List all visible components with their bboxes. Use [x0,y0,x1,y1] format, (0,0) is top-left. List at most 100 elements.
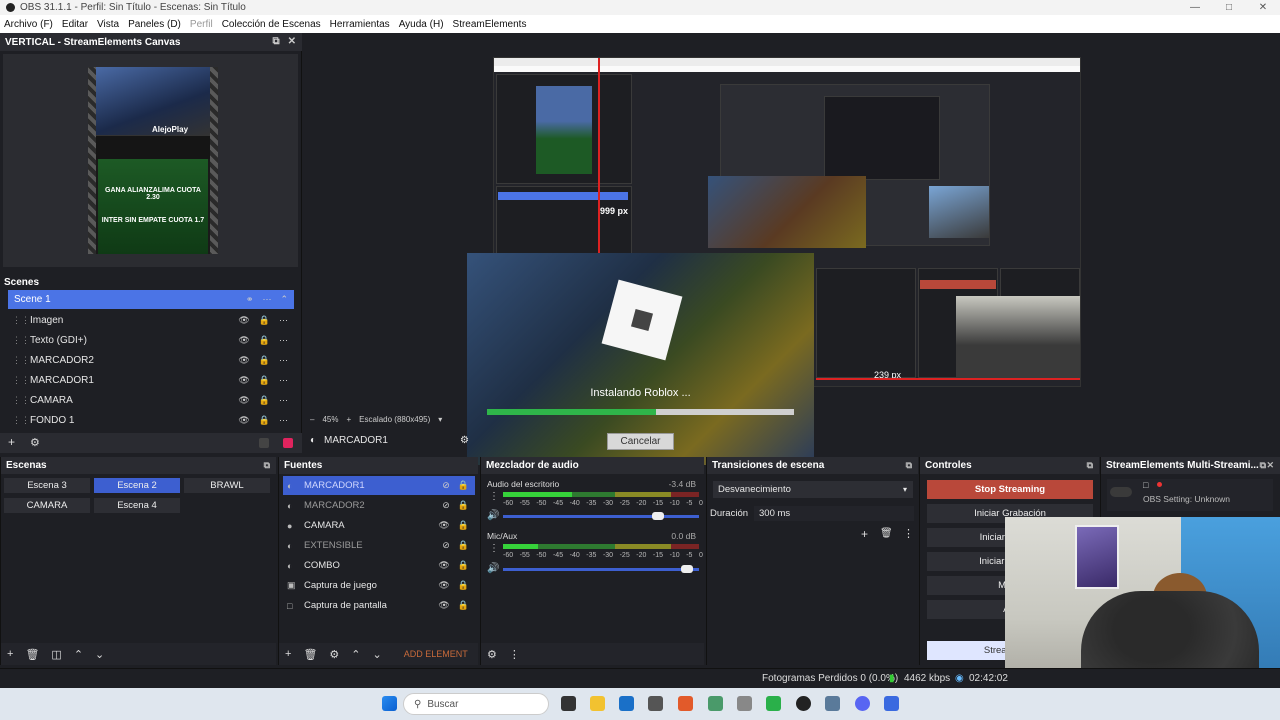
menu-ayuda[interactable]: Ayuda (H) [399,19,444,30]
zoom-in-icon[interactable]: + [346,415,351,424]
taskbar-search[interactable]: ⚲ Buscar [403,693,549,715]
file-explorer-icon[interactable] [590,696,605,711]
lock-icon[interactable]: 🔒 [458,500,469,511]
stop-streaming-button[interactable]: Stop Streaming [927,480,1093,499]
stop-icon[interactable] [259,438,269,448]
drag-handle-icon[interactable]: ⋮⋮ [12,375,30,386]
vertical-source-row[interactable]: ⋮⋮ Imagen 👁 🔒 ⋯ [8,311,294,330]
menu-coleccion[interactable]: Colección de Escenas [222,19,321,30]
more-icon[interactable]: ⋯ [279,375,288,386]
float-icon[interactable]: ⧉ [272,36,279,47]
close-icon[interactable]: ✕ [1246,0,1280,15]
more-icon[interactable]: ⋮ [489,543,499,554]
lock-icon[interactable]: 🔒 [458,580,469,591]
volume-knob[interactable] [651,512,664,520]
add-icon[interactable]: + [861,527,868,541]
vertical-source-row[interactable]: ⋮⋮ MARCADOR2 👁 🔒 ⋯ [8,351,294,370]
add-icon[interactable]: + [7,648,13,660]
menu-vista[interactable]: Vista [97,19,119,30]
eye-icon[interactable]: 👁 [438,580,449,591]
record-icon[interactable] [283,438,293,448]
link-icon[interactable]: ⚭ [246,294,254,305]
eye-off-icon[interactable]: ⊘ [442,480,450,491]
vertical-source-row[interactable]: ⋮⋮ MARCADOR1 👁 🔒 ⋯ [8,371,294,390]
chevron-up-icon[interactable]: ⌃ [74,648,83,661]
lock-icon[interactable]: 🔒 [259,335,270,346]
eye-icon[interactable]: 👁 [238,395,249,406]
windows-start-icon[interactable] [382,696,397,711]
lock-icon[interactable]: 🔒 [458,540,469,551]
more-icon[interactable]: ⋮ [509,648,520,661]
lock-icon[interactable]: 🔒 [458,520,469,531]
source-row[interactable]: ● CAMARA 👁 🔒 [283,516,475,535]
add-element-button[interactable]: ADD ELEMENT [404,649,468,659]
drag-handle-icon[interactable]: ⋮⋮ [12,335,30,346]
app-icon[interactable] [648,696,663,711]
lock-icon[interactable]: 🔒 [458,560,469,571]
source-row[interactable]: ◐ COMBO 👁 🔒 [283,556,475,575]
float-icon[interactable]: ⧉ [1087,460,1093,471]
menu-editar[interactable]: Editar [62,19,88,30]
drag-handle-icon[interactable]: ⋮⋮ [12,415,30,426]
discord-icon[interactable] [855,696,870,711]
app-icon[interactable] [766,696,781,711]
app-icon[interactable] [884,696,899,711]
duration-input[interactable]: 300 ms [754,506,914,521]
chevron-down-icon[interactable]: ▾ [438,415,442,424]
vertical-scene-1[interactable]: Scene 1 ⚭ ⋯ ⌃ [8,290,294,309]
speaker-icon[interactable]: 🔊 [487,563,499,574]
eye-icon[interactable]: 👁 [238,375,249,386]
trash-icon[interactable]: 🗑 [880,528,893,539]
menu-herramientas[interactable]: Herramientas [330,19,390,30]
calculator-icon[interactable] [737,696,752,711]
minimize-icon[interactable]: — [1178,0,1212,15]
menu-streamelements[interactable]: StreamElements [453,19,527,30]
source-row[interactable]: □ Captura de pantalla 👁 🔒 [283,596,475,615]
chevron-down-icon[interactable]: ⌄ [373,648,382,661]
chevron-up-icon[interactable]: ⌃ [280,294,288,305]
scene-button-active[interactable]: Escena 2 [94,478,180,493]
volume-slider[interactable] [503,512,699,520]
add-icon[interactable]: + [8,435,15,449]
source-row[interactable]: ▣ Captura de juego 👁 🔒 [283,576,475,595]
settings-icon[interactable] [825,696,840,711]
menu-perfil[interactable]: Perfil [190,19,213,30]
volume-knob[interactable] [681,565,694,573]
advanced-audio-icon[interactable]: ⚙ [487,648,497,661]
lock-icon[interactable]: 🔒 [259,395,270,406]
volume-slider[interactable] [503,565,699,573]
gear-icon[interactable]: ⚙ [460,435,469,446]
lock-icon[interactable]: 🔒 [259,355,270,366]
scene-button[interactable]: Escena 3 [4,478,90,493]
source-row[interactable]: ◐ MARCADOR1 ⊘ 🔒 [283,476,475,495]
roblox-cancel-button[interactable]: Cancelar [607,433,674,450]
eye-icon[interactable]: 👁 [238,335,249,346]
trash-icon[interactable]: 🗑 [303,648,317,661]
close-icon[interactable]: ✕ [288,36,296,47]
obs-icon[interactable] [796,696,811,711]
transition-select[interactable]: Desvanecimiento ▾ [713,481,913,498]
float-icon[interactable]: ⧉ [906,460,912,471]
lock-icon[interactable]: 🔒 [259,315,270,326]
lock-icon[interactable]: 🔒 [259,415,270,426]
eye-icon[interactable]: 👁 [238,355,249,366]
vertical-source-row[interactable]: ⋮⋮ CAMARA 👁 🔒 ⋯ [8,391,294,410]
chevron-down-icon[interactable]: ⌄ [95,648,104,661]
eye-icon[interactable]: 👁 [438,520,449,531]
chevron-up-icon[interactable]: ⌃ [351,648,360,661]
brave-icon[interactable] [678,696,693,711]
drag-handle-icon[interactable]: ⋮⋮ [12,395,30,406]
speaker-icon[interactable]: 🔊 [487,510,499,521]
more-icon[interactable]: ⋯ [279,315,288,326]
menu-archivo[interactable]: Archivo (F) [4,19,53,30]
more-icon[interactable]: ⋯ [279,355,288,366]
source-row[interactable]: ◐ EXTENSIBLE ⊘ 🔒 [283,536,475,555]
menu-paneles[interactable]: Paneles (D) [128,19,181,30]
lock-icon[interactable]: 🔒 [458,480,469,491]
main-preview-area[interactable]: 999 px 239 px Instalando Roblox ... Canc… [302,33,1280,465]
more-icon[interactable]: ⋯ [279,415,288,426]
float-icon[interactable]: ⧉ [1260,460,1266,471]
eye-icon[interactable]: 👁 [438,560,449,571]
scene-button[interactable]: Escena 4 [94,498,180,513]
scaling-label[interactable]: Escalado (880x495) [359,415,430,424]
